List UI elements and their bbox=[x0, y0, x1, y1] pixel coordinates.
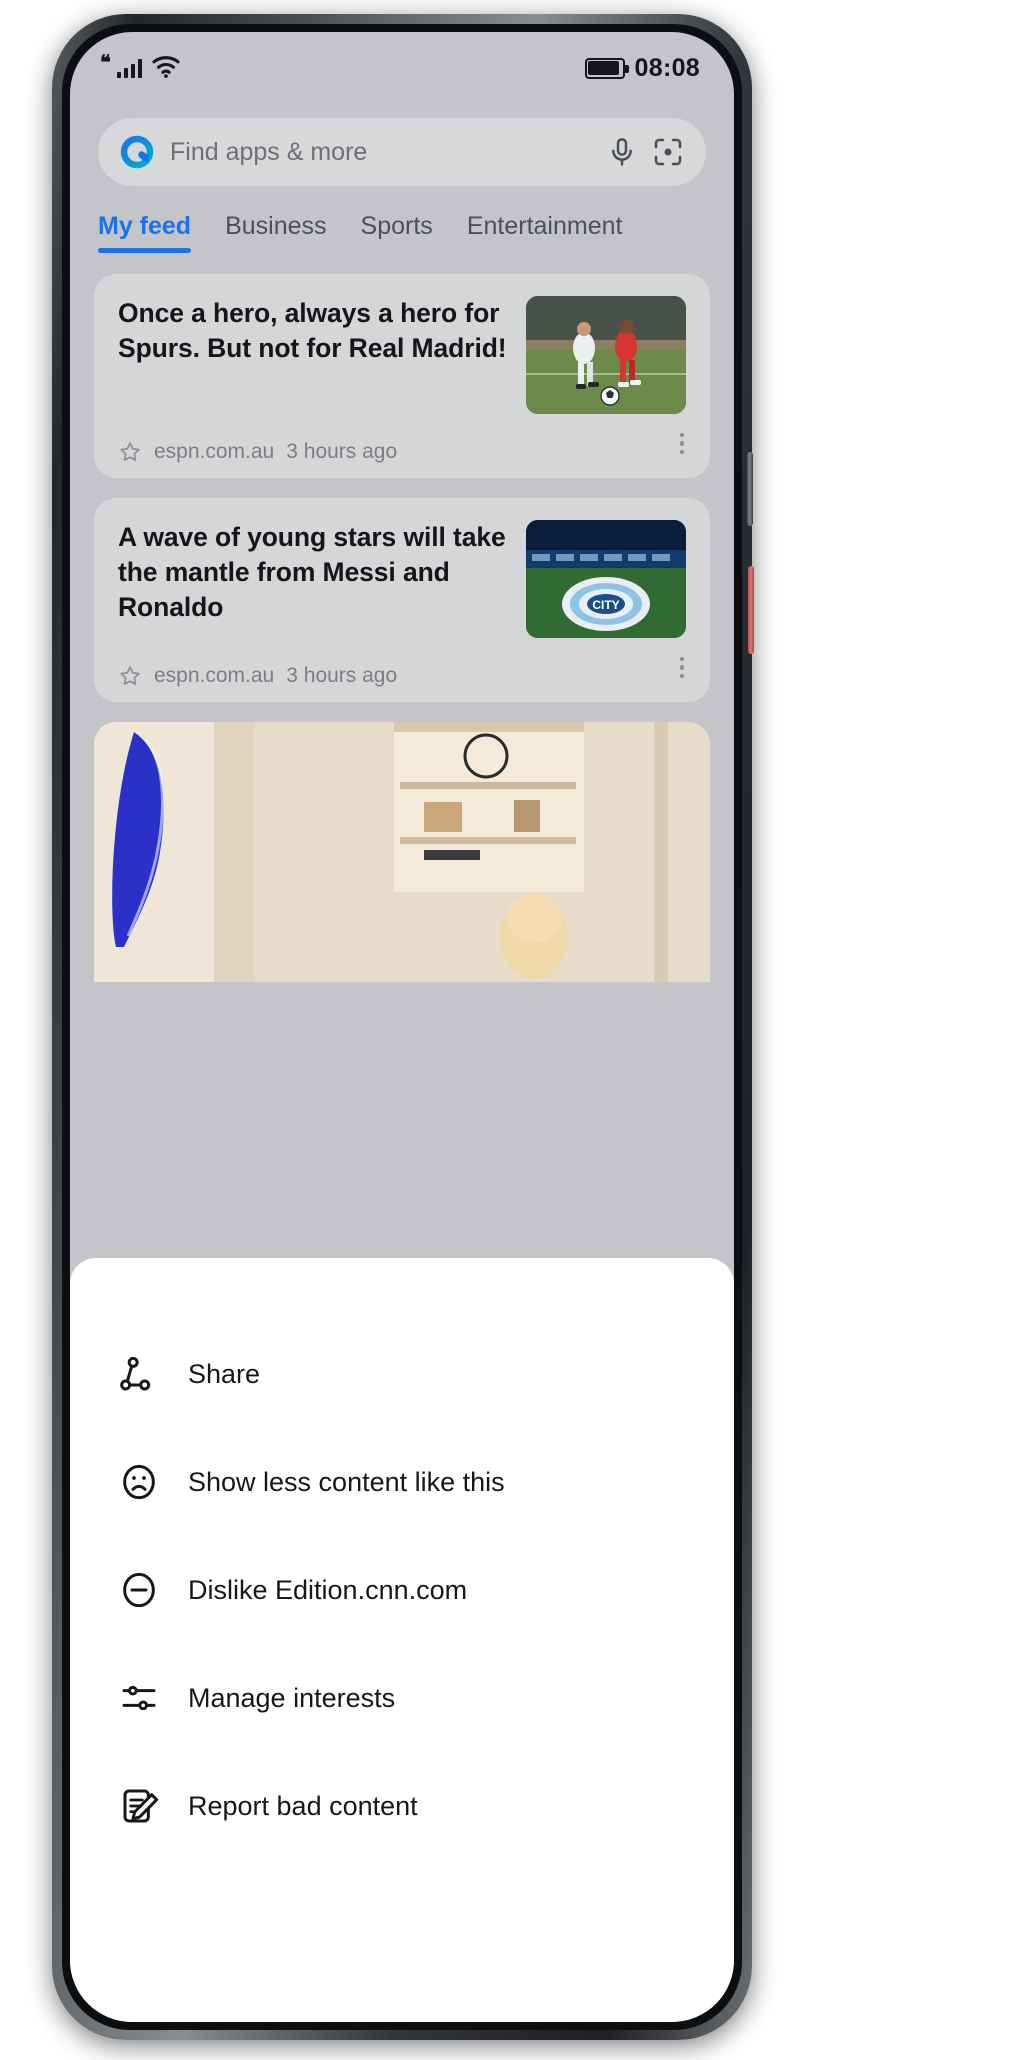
sliders-icon bbox=[118, 1677, 160, 1719]
article-source: espn.com.au bbox=[154, 440, 275, 463]
volume-button[interactable] bbox=[747, 452, 753, 526]
category-tabs: My feed Business Sports Entertainment bbox=[70, 202, 734, 274]
card-overflow-menu-button[interactable] bbox=[679, 656, 684, 678]
share-icon bbox=[118, 1353, 160, 1395]
card-top-row: A wave of young stars will take the mant… bbox=[118, 520, 686, 638]
tab-entertainment[interactable]: Entertainment bbox=[467, 212, 623, 253]
card-top-row: Once a hero, always a hero for Spurs. Bu… bbox=[118, 296, 686, 414]
wifi-icon bbox=[151, 54, 181, 83]
menu-item-dislike-source[interactable]: Dislike Edition.cnn.com bbox=[70, 1536, 734, 1644]
card-overflow-menu-button[interactable] bbox=[679, 432, 684, 454]
status-bar: ❝ 08:08 bbox=[70, 32, 734, 104]
tab-my-feed[interactable]: My feed bbox=[98, 212, 192, 253]
news-card[interactable]: A wave of young stars will take the mant… bbox=[94, 498, 710, 702]
report-note-icon bbox=[118, 1785, 160, 1827]
card-meta: espn.com.au 3 hours ago bbox=[118, 664, 686, 688]
status-clock: 08:08 bbox=[634, 53, 700, 82]
tab-sports[interactable]: Sports bbox=[361, 212, 433, 253]
search-bar[interactable]: Find apps & more bbox=[98, 118, 706, 186]
menu-item-label: Show less content like this bbox=[188, 1466, 505, 1497]
menu-item-report-bad-content[interactable]: Report bad content bbox=[70, 1752, 734, 1860]
star-icon[interactable] bbox=[118, 664, 142, 688]
lens-scan-icon[interactable] bbox=[652, 136, 684, 168]
menu-item-label: Share bbox=[188, 1358, 261, 1389]
menu-item-manage-interests[interactable]: Manage interests bbox=[70, 1644, 734, 1752]
svg-text:CITY: CITY bbox=[592, 598, 619, 612]
minus-circle-icon bbox=[118, 1569, 160, 1611]
menu-item-label: Manage interests bbox=[188, 1682, 396, 1713]
assistant-logo-icon bbox=[118, 133, 156, 171]
bottom-sheet-menu: Share Show less content like this Dislik… bbox=[70, 1258, 734, 2022]
tab-business[interactable]: Business bbox=[225, 212, 326, 253]
article-thumbnail: CITY bbox=[526, 520, 686, 638]
signal-bars-icon bbox=[116, 58, 143, 78]
article-headline: Once a hero, always a hero for Spurs. Bu… bbox=[118, 298, 507, 363]
article-headline: A wave of young stars will take the mant… bbox=[118, 522, 506, 622]
screenshot-stage: ❝ 08:08 Find apps & more My feed Busines… bbox=[0, 0, 1012, 2060]
wide-image-card[interactable] bbox=[94, 722, 710, 982]
phone-screen: ❝ 08:08 Find apps & more My feed Busines… bbox=[70, 32, 734, 2022]
card-meta: espn.com.au 3 hours ago bbox=[118, 440, 686, 464]
status-right-icons: 08:08 bbox=[584, 53, 700, 83]
menu-item-label: Dislike Edition.cnn.com bbox=[188, 1574, 468, 1605]
news-card[interactable]: Once a hero, always a hero for Spurs. Bu… bbox=[94, 274, 710, 478]
article-source: espn.com.au bbox=[154, 664, 275, 687]
microphone-icon[interactable] bbox=[606, 136, 638, 168]
search-input[interactable]: Find apps & more bbox=[170, 138, 592, 167]
menu-item-label: Report bad content bbox=[188, 1790, 418, 1821]
article-timestamp: 3 hours ago bbox=[286, 664, 398, 687]
menu-item-show-less[interactable]: Show less content like this bbox=[70, 1428, 734, 1536]
sad-face-icon bbox=[118, 1461, 160, 1503]
star-icon[interactable] bbox=[118, 440, 142, 464]
battery-icon bbox=[584, 57, 629, 79]
article-timestamp: 3 hours ago bbox=[286, 440, 398, 463]
article-thumbnail bbox=[526, 296, 686, 414]
menu-item-share[interactable]: Share bbox=[70, 1320, 734, 1428]
search-area: Find apps & more bbox=[70, 104, 734, 186]
status-left-icons: ❝ bbox=[100, 52, 181, 83]
quote-glyph-icon: ❝ bbox=[100, 52, 111, 74]
power-button[interactable] bbox=[748, 566, 754, 654]
